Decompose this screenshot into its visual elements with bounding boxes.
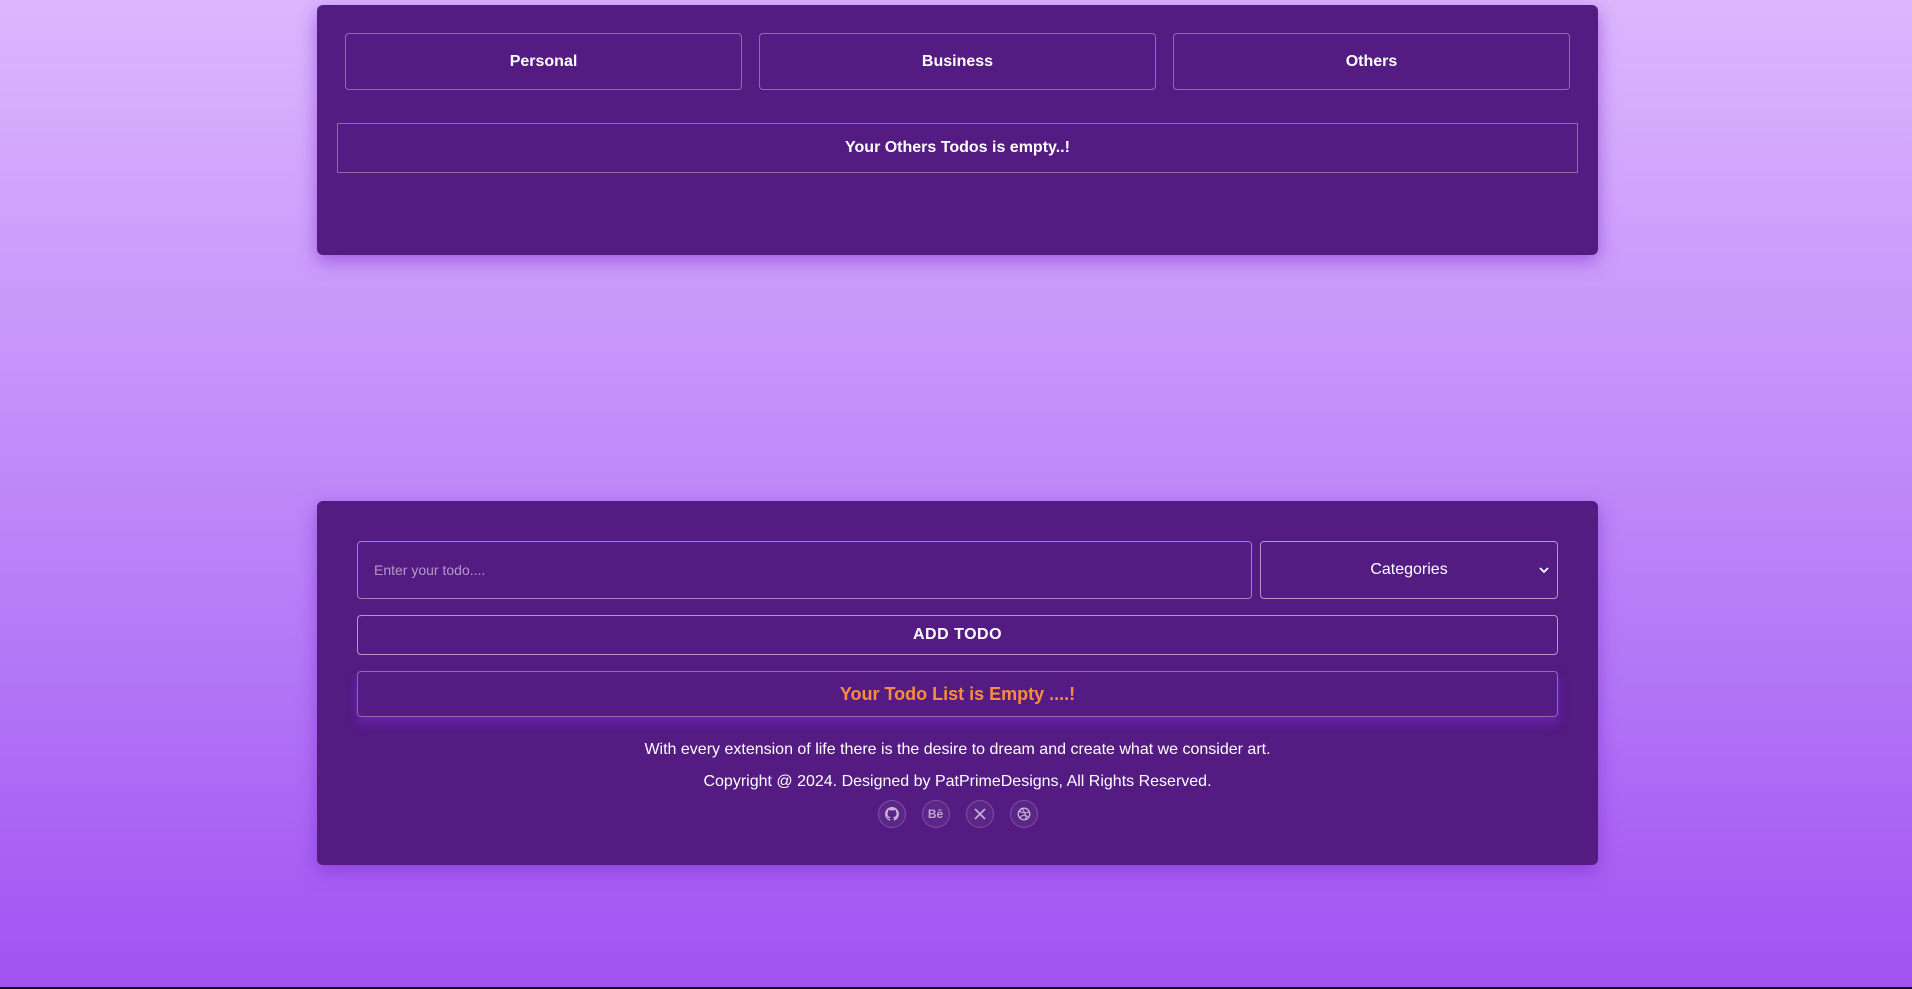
add-todo-button[interactable]: ADD TODO bbox=[357, 615, 1558, 655]
tab-others[interactable]: Others bbox=[1173, 33, 1570, 90]
footer-copyright: Copyright @ 2024. Designed by PatPrimeDe… bbox=[703, 773, 1212, 790]
dribbble-icon[interactable] bbox=[1009, 800, 1038, 828]
category-select-value: Categories bbox=[1370, 561, 1448, 578]
behance-icon[interactable]: Bē bbox=[921, 800, 950, 828]
category-empty-message: Your Others Todos is empty..! bbox=[337, 123, 1578, 173]
chevron-down-icon bbox=[1539, 563, 1549, 577]
input-row: Categories bbox=[357, 541, 1558, 599]
tab-personal[interactable]: Personal bbox=[345, 33, 742, 90]
tab-business[interactable]: Business bbox=[759, 33, 1156, 90]
category-panel: Personal Business Others Your Others Tod… bbox=[317, 5, 1598, 255]
footer: With every extension of life there is th… bbox=[317, 734, 1598, 828]
x-twitter-icon[interactable] bbox=[965, 800, 994, 828]
footer-tagline: With every extension of life there is th… bbox=[644, 741, 1271, 758]
social-links: Bē bbox=[317, 800, 1598, 828]
github-icon[interactable] bbox=[877, 800, 906, 828]
category-select[interactable]: Categories bbox=[1260, 541, 1558, 599]
todo-panel: Categories ADD TODO Your Todo List is Em… bbox=[317, 501, 1598, 865]
category-tabs: Personal Business Others bbox=[345, 33, 1570, 90]
todo-form: Categories ADD TODO Your Todo List is Em… bbox=[357, 541, 1558, 717]
todo-empty-message: Your Todo List is Empty ....! bbox=[357, 671, 1558, 717]
todo-input[interactable] bbox=[357, 541, 1252, 599]
